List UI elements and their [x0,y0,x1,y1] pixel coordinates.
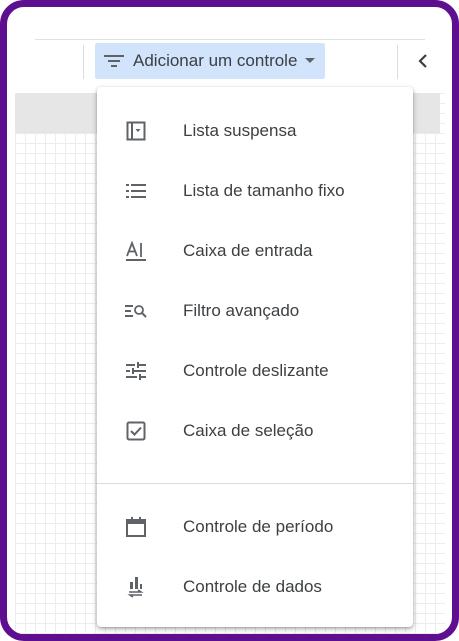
menu-item-data-control[interactable]: Controle de dados [97,557,413,617]
toolbar-top-divider [35,39,425,40]
menu-item-advanced-filter[interactable]: Filtro avançado [97,281,413,341]
toolbar: Adicionar um controle [15,39,445,93]
menu-item-date-range-control[interactable]: Controle de período [97,497,413,557]
add-control-menu: Lista suspensa Lista de tamanho fixo Cai… [97,87,413,627]
menu-item-label: Caixa de seleção [183,421,314,440]
menu-item-label: Caixa de entrada [183,241,313,260]
filter-icon [103,53,125,69]
chevron-left-icon[interactable] [413,51,433,71]
advanced-filter-icon [123,298,149,324]
menu-item-fixed-size-list[interactable]: Lista de tamanho fixo [97,161,413,221]
screenshot-frame: Adicionar um controle Lista suspensa Lis… [0,0,459,641]
menu-item-checkbox[interactable]: Caixa de seleção [97,401,413,461]
slider-icon [123,358,149,384]
menu-item-label: Lista suspensa [183,121,297,140]
calendar-icon [123,514,149,540]
toolbar-divider-left [83,45,84,79]
menu-item-slider[interactable]: Controle deslizante [97,341,413,401]
menu-item-label: Controle de dados [183,577,322,596]
input-box-icon [123,238,149,264]
menu-item-label: Controle de período [183,517,334,536]
menu-item-label: Controle deslizante [183,361,329,380]
checkbox-icon [123,418,149,444]
caret-down-icon [305,58,316,64]
menu-item-label: Lista de tamanho fixo [183,181,345,200]
add-control-label: Adicionar um controle [133,51,298,70]
menu-item-input-box[interactable]: Caixa de entrada [97,221,413,281]
add-control-button[interactable]: Adicionar um controle [95,43,326,79]
fixed-size-list-icon [123,178,149,204]
menu-divider [97,483,413,484]
menu-item-label: Filtro avançado [183,301,300,320]
dropdown-list-icon [123,118,149,144]
toolbar-divider-right [397,45,398,79]
menu-item-dropdown-list[interactable]: Lista suspensa [97,101,413,161]
data-control-icon [123,574,149,600]
